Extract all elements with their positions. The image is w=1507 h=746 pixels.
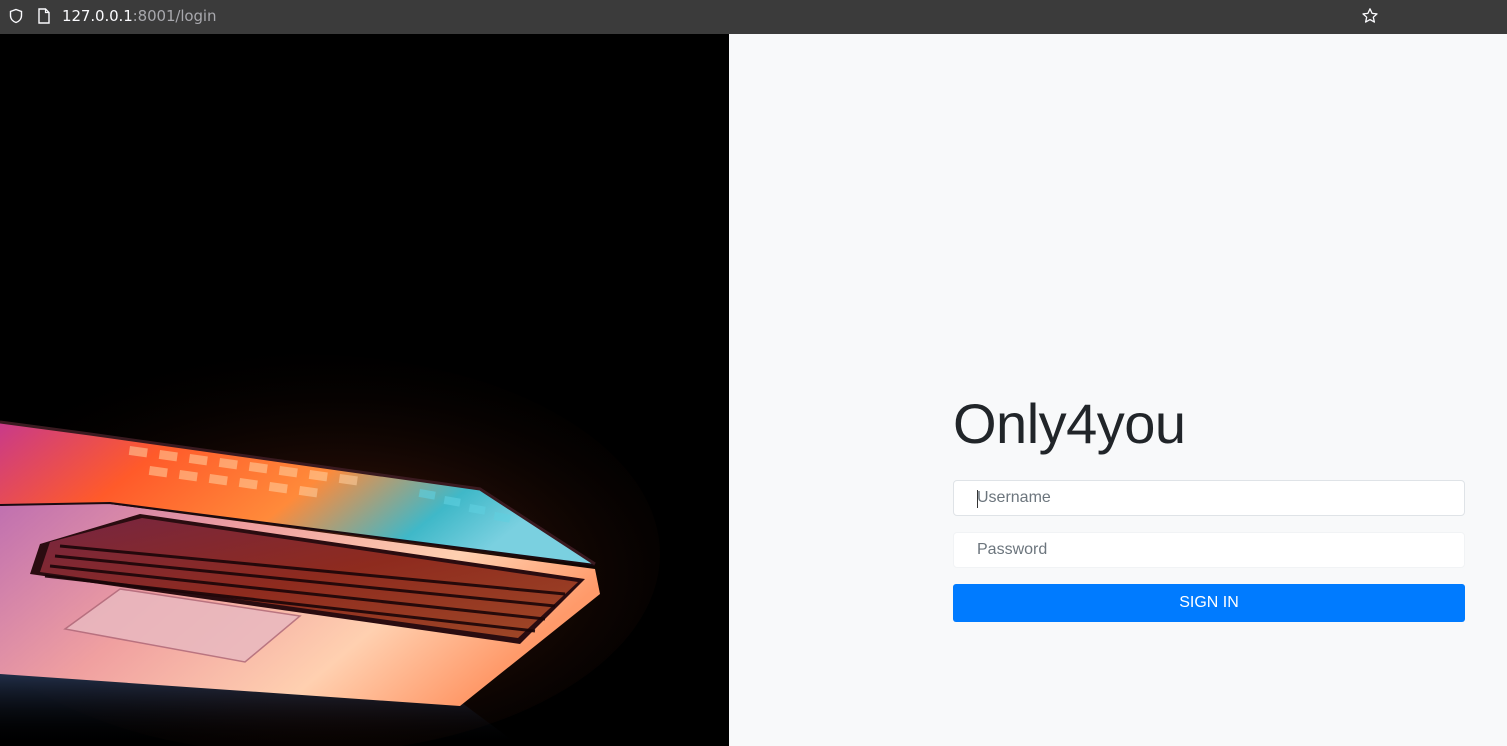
url-host: 127.0.0.1 [62,7,133,25]
password-input[interactable] [953,532,1465,568]
text-caret [977,490,978,508]
page-icon[interactable] [33,5,55,27]
hero-laptop-image [0,34,729,746]
page-title: Only4you [953,392,1186,455]
shield-icon[interactable] [5,5,27,27]
star-icon[interactable] [1359,5,1381,27]
sign-in-button[interactable]: SIGN IN [953,584,1465,622]
laptop-illustration [0,34,729,746]
login-panel: Only4you SIGN IN [729,34,1507,746]
url-path: :8001/login [132,7,217,25]
username-input[interactable] [953,480,1465,516]
browser-address-bar: 127.0.0.1:8001/login [0,0,1507,34]
url-field[interactable]: 127.0.0.1:8001/login [62,6,217,26]
